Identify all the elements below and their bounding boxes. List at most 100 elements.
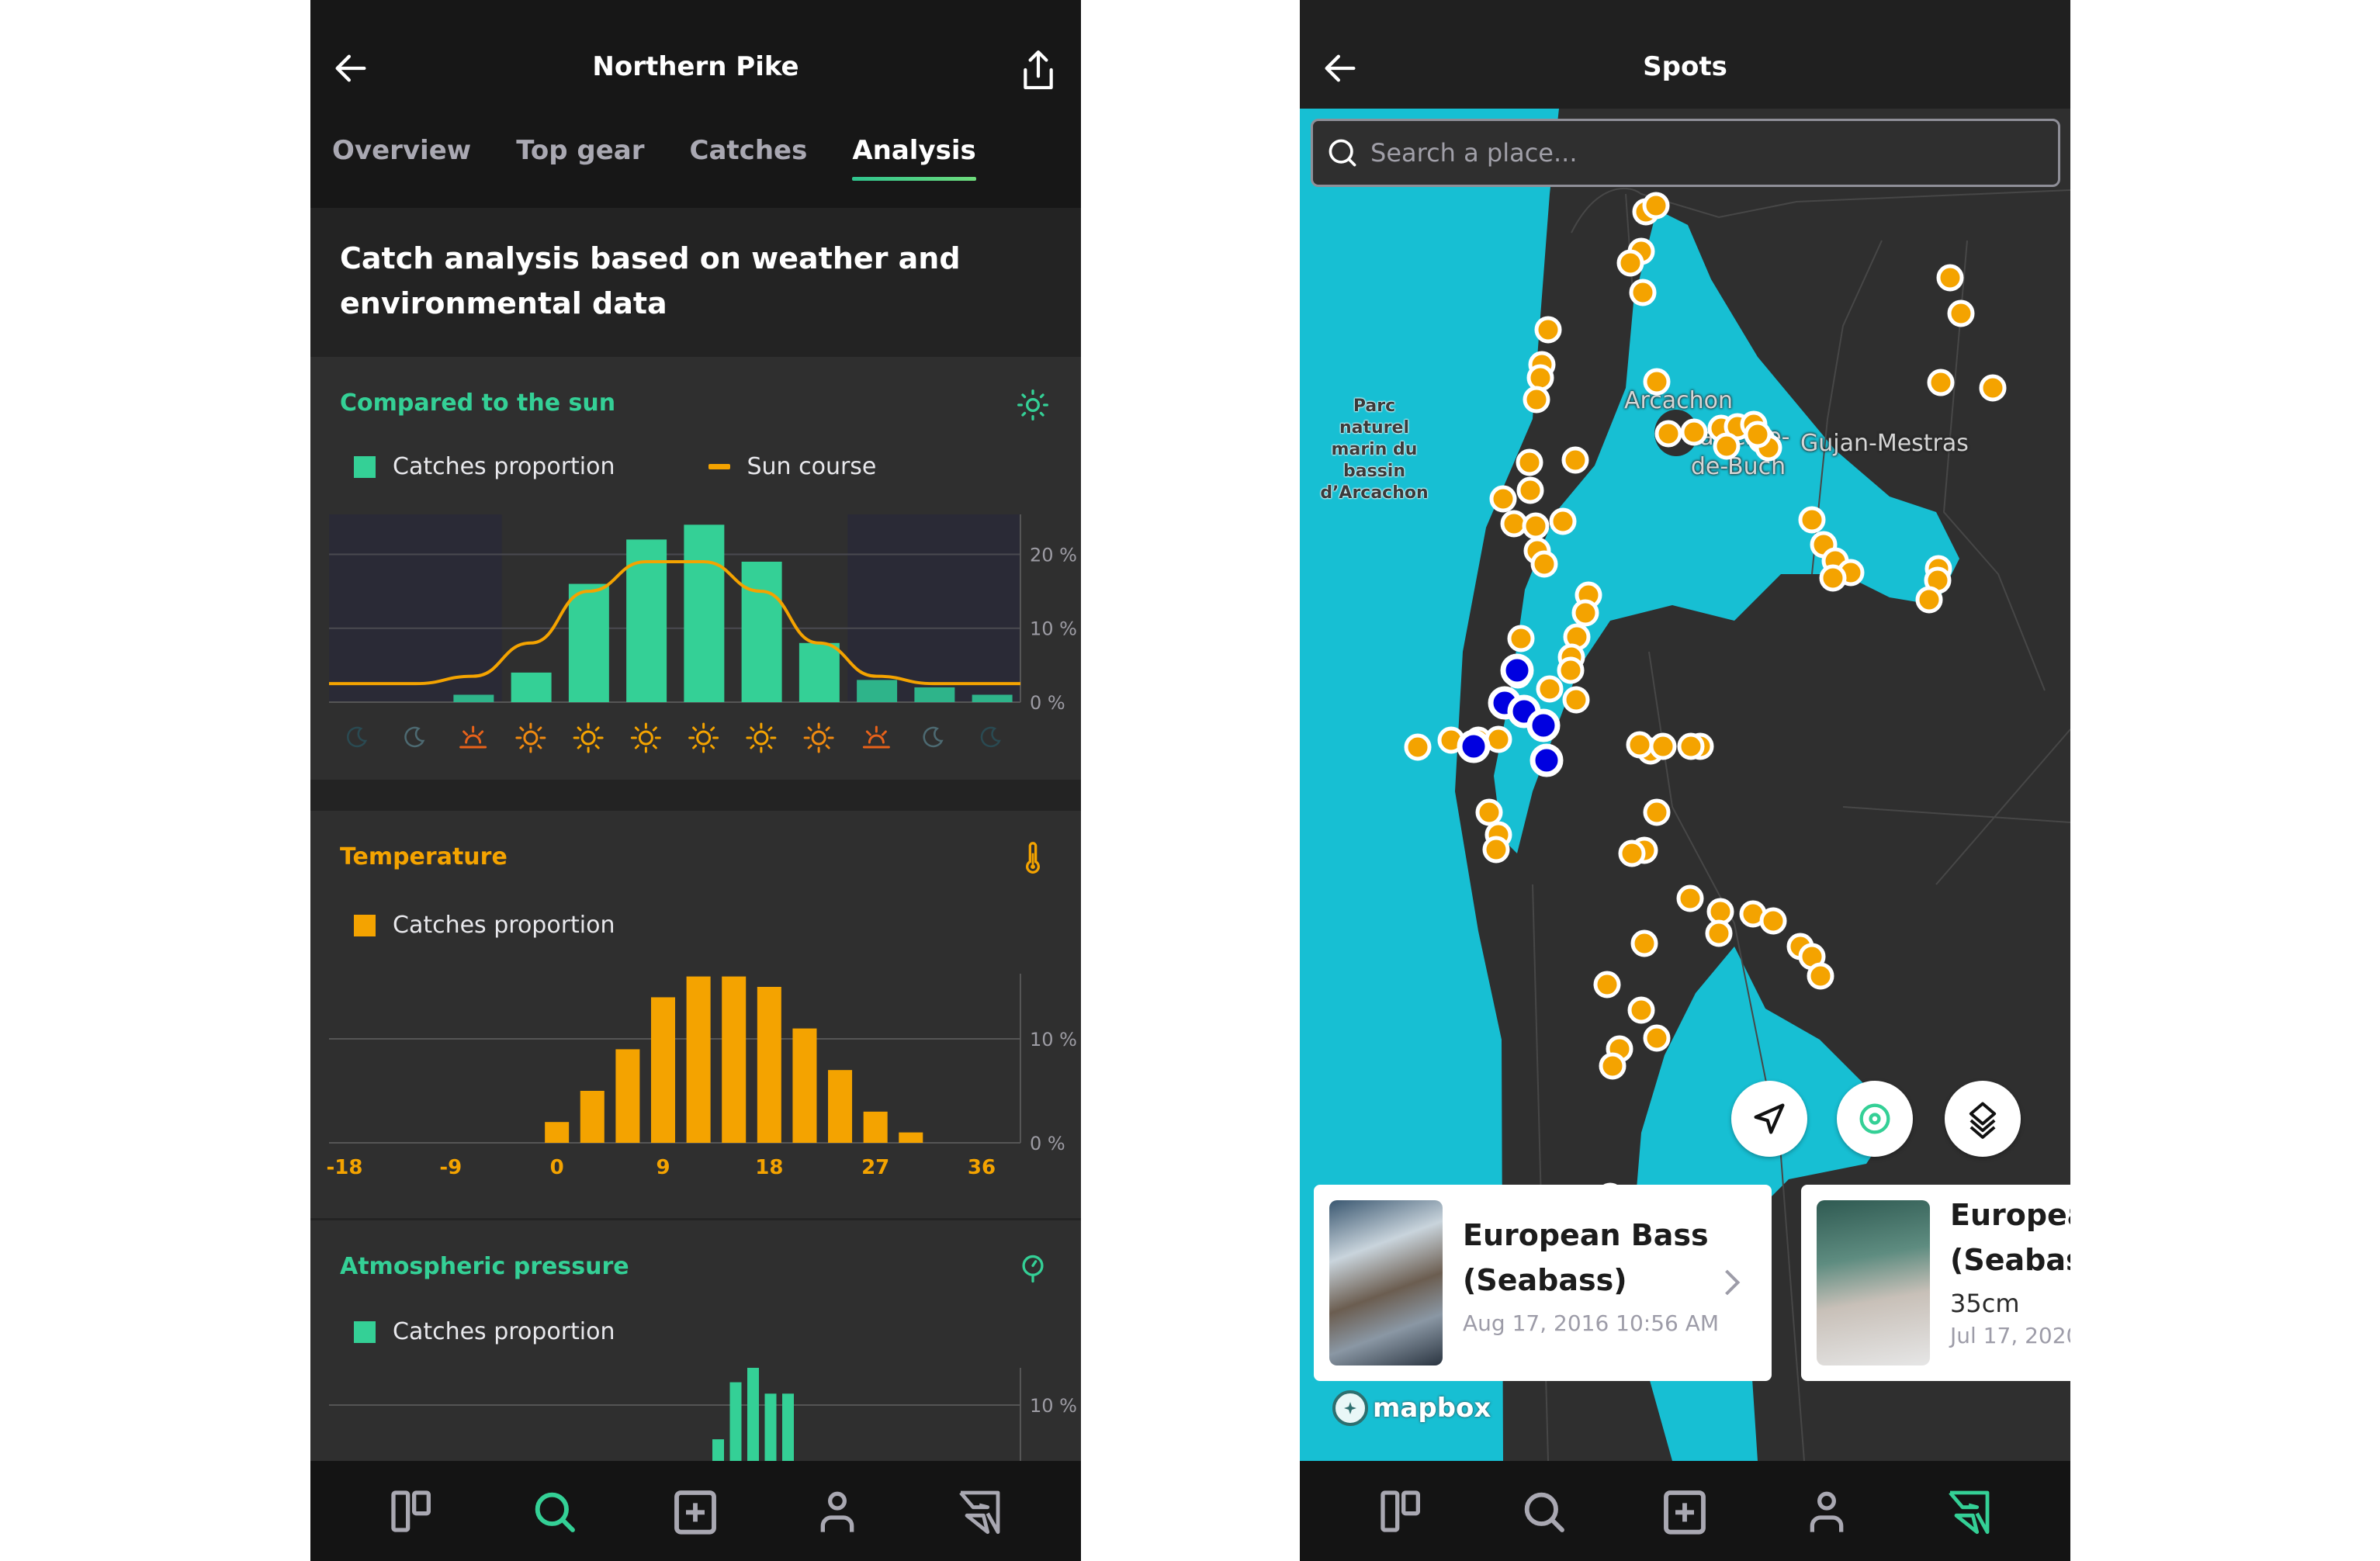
legend-label: Catches proportion [393, 912, 615, 939]
sun-analysis-card: Compared to the sun Catches proportion S… [310, 357, 1081, 780]
bar [686, 976, 711, 1143]
bar [615, 1049, 640, 1143]
spot-marker [1677, 732, 1705, 760]
page-title: Northern Pike [592, 51, 799, 82]
map-view[interactable]: Parc naturel marin du bassin d’Arcachon … [1300, 109, 2070, 1461]
share-button[interactable] [1019, 47, 1058, 93]
bar [914, 687, 955, 702]
sun-core [753, 730, 769, 746]
top-bar: Northern Pike Overview Top gear Catches … [310, 0, 1081, 208]
tab-analysis[interactable]: Analysis [852, 135, 977, 182]
spot-marker [1680, 418, 1708, 446]
legend-swatch [708, 464, 730, 469]
bar [972, 694, 1013, 702]
spot-marker [1819, 564, 1847, 592]
feed-icon [1381, 1490, 1421, 1532]
spot-marker [1629, 279, 1657, 306]
spot-marker [1626, 731, 1654, 759]
spot-marker [1599, 1052, 1627, 1080]
share-icon [1024, 50, 1053, 89]
legend-swatch [354, 914, 376, 936]
tab-catches[interactable]: Catches [690, 135, 808, 182]
layers-button[interactable] [1945, 1081, 2021, 1157]
spot-marker [1915, 586, 1943, 614]
catch-photo [1329, 1200, 1443, 1365]
x-tick-label: 0 [550, 1156, 564, 1179]
sun-rays [573, 722, 604, 753]
pressure-chart-legend: Catches proportion [354, 1318, 708, 1345]
map-spots-icon [958, 1490, 1000, 1534]
moon-shape [980, 726, 1001, 748]
legend-swatch [354, 1320, 376, 1343]
tab-top-gear[interactable]: Top gear [516, 135, 644, 182]
spot-marker [1705, 919, 1733, 947]
moon-shape [347, 726, 368, 748]
moon-icon [923, 726, 944, 748]
bar [453, 694, 494, 702]
spot-marker [1523, 386, 1550, 414]
thermometer-icon [1026, 842, 1040, 874]
bar [684, 524, 725, 702]
catch-date: Aug 17, 2016 10:56 AM [1463, 1310, 1720, 1336]
bar [764, 1393, 777, 1469]
spot-marker [1744, 421, 1772, 448]
tab-overview[interactable]: Overview [332, 135, 471, 182]
species-analysis-screen: Northern Pike Overview Top gear Catches … [310, 0, 1081, 1561]
sunset-icon [862, 725, 890, 749]
moon-icon [404, 726, 425, 748]
feed-icon [391, 1490, 431, 1532]
sun-icon [688, 722, 719, 753]
nav-add[interactable] [668, 1484, 722, 1539]
moon-icon [347, 726, 368, 748]
nav-profile[interactable] [810, 1484, 864, 1539]
spot-marker [1484, 725, 1512, 753]
nav-search[interactable] [527, 1484, 581, 1539]
bar [729, 1382, 742, 1469]
spot-marker [1561, 446, 1589, 474]
mapbox-attribution[interactable]: mapbox [1332, 1390, 1491, 1426]
legend-item-catches: Catches proportion [354, 912, 615, 939]
search-icon [1524, 1492, 1564, 1532]
spots-map-screen: Spots Parc naturel marin du bassin d’Arc… [1300, 0, 2070, 1561]
nav-feed[interactable] [385, 1484, 439, 1539]
barometer-icon [1022, 1255, 1044, 1283]
search-input[interactable] [1370, 138, 2038, 168]
search-bar[interactable] [1311, 119, 2060, 187]
sun-core [523, 730, 539, 746]
navigate-button[interactable] [1731, 1081, 1807, 1157]
page-title: Spots [1643, 51, 1727, 82]
spot-marker [1807, 962, 1834, 990]
locate-me-button[interactable] [1837, 1081, 1913, 1157]
spot-marker [1643, 1024, 1671, 1052]
target-location-icon [1859, 1103, 1890, 1134]
spot-marker [1536, 675, 1564, 703]
bar [799, 642, 840, 702]
nav-profile[interactable] [1800, 1484, 1854, 1539]
sun-rays [630, 722, 661, 753]
spot-marker [1404, 733, 1432, 761]
spot-card[interactable]: European Bass (Seabass) 35cm Jul 17, 202… [1801, 1185, 2070, 1381]
spot-marker [1643, 368, 1671, 396]
spot-card[interactable]: European Bass (Seabass) Aug 17, 2016 10:… [1314, 1185, 1772, 1381]
search-icon [1329, 139, 1356, 167]
spot-marker [1526, 364, 1554, 392]
nav-spots[interactable] [952, 1484, 1006, 1539]
bar [568, 583, 609, 702]
bar [747, 1368, 759, 1469]
bar [511, 672, 552, 702]
spot-marker [1534, 316, 1562, 344]
catch-date: Jul 17, 2020 [1950, 1323, 2070, 1348]
nav-spots[interactable] [1942, 1484, 1996, 1539]
nav-search[interactable] [1516, 1484, 1571, 1539]
temperature-chart-legend: Catches proportion [354, 912, 708, 939]
bar [857, 680, 898, 702]
spot-marker [1706, 898, 1734, 926]
spot-marker [1927, 369, 1955, 396]
bar [828, 1070, 853, 1143]
sun-core [811, 730, 826, 746]
spot-marker [1522, 512, 1550, 540]
nav-feed[interactable] [1374, 1484, 1429, 1539]
search-icon [535, 1492, 575, 1532]
nav-add[interactable] [1658, 1484, 1712, 1539]
spot-marker [1630, 929, 1658, 957]
